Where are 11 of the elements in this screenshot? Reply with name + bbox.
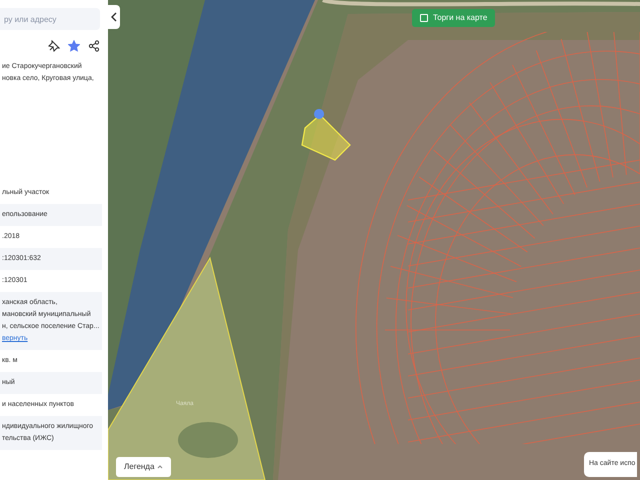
collapse-button[interactable] bbox=[108, 5, 120, 29]
toggle-label: Торги на карте bbox=[433, 12, 488, 24]
map-pin-icon bbox=[314, 109, 324, 119]
pin-icon[interactable] bbox=[48, 40, 60, 52]
chevron-left-icon bbox=[111, 12, 117, 22]
legend-button[interactable]: Легенда bbox=[116, 457, 171, 477]
share-icon[interactable] bbox=[88, 40, 100, 52]
star-icon[interactable] bbox=[68, 40, 80, 52]
search-field[interactable]: ру или адресу bbox=[0, 8, 100, 30]
caret-icon bbox=[156, 464, 163, 469]
checkbox[interactable] bbox=[420, 14, 428, 22]
